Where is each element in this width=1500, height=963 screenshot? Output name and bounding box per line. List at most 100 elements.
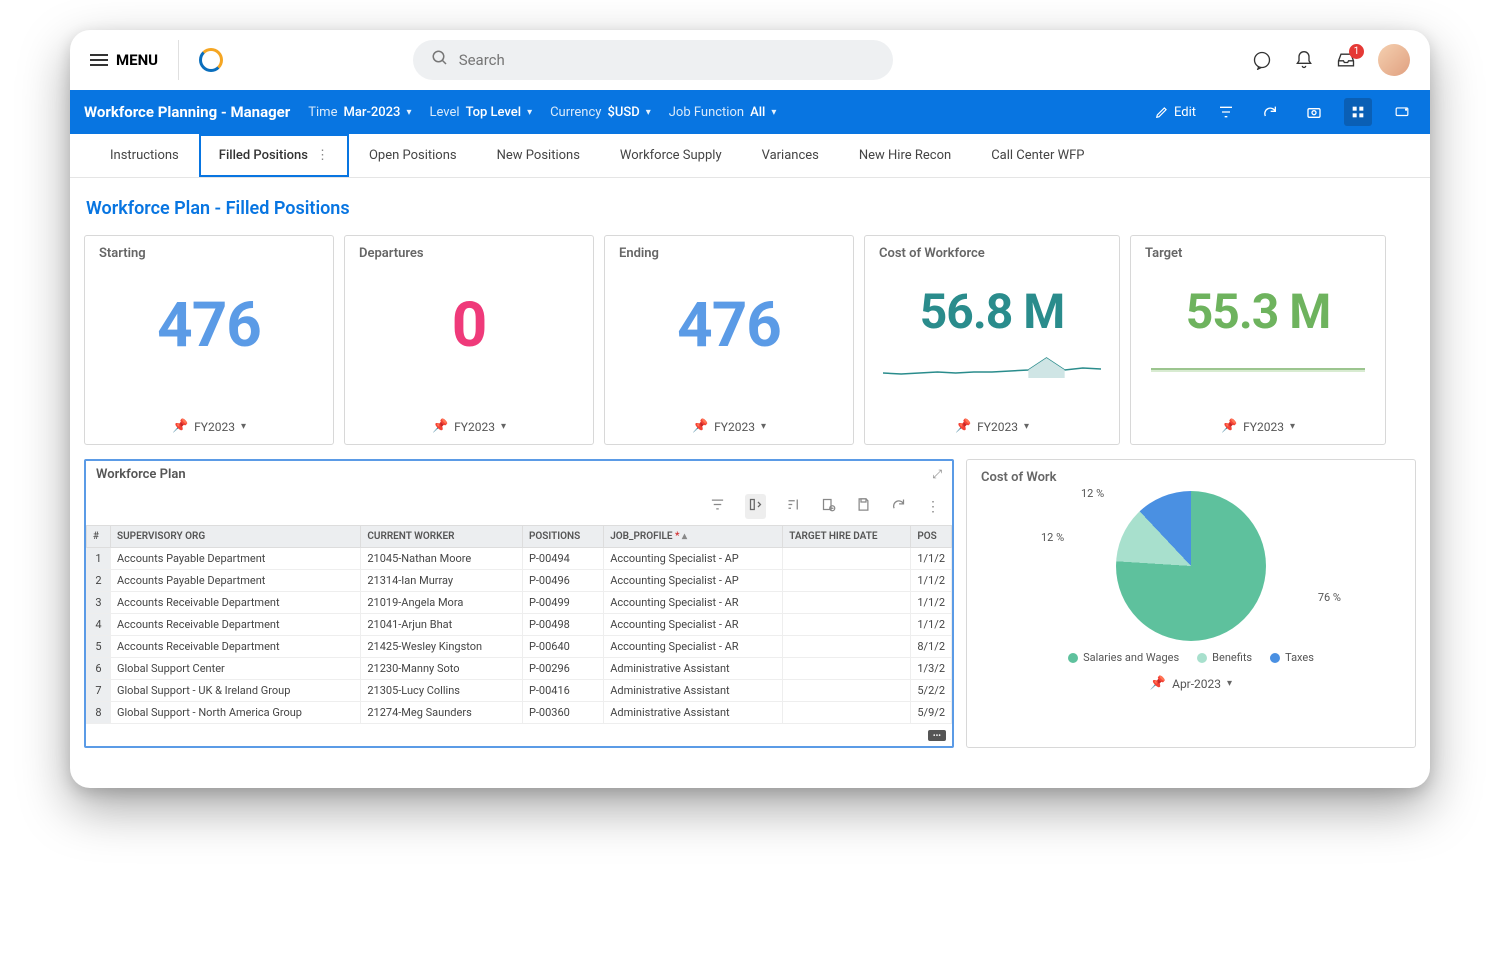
refresh-icon[interactable]: [1256, 98, 1284, 126]
kpi-label: Departures: [359, 246, 579, 261]
legend-benefits[interactable]: Benefits: [1197, 651, 1252, 664]
tab-variances[interactable]: Variances: [742, 134, 839, 177]
bell-icon[interactable]: [1294, 50, 1314, 70]
edit-button[interactable]: Edit: [1155, 105, 1196, 120]
chevron-down-icon: ▾: [1024, 421, 1029, 432]
search-input[interactable]: [459, 51, 875, 69]
table-cell: 21019-Angela Mora: [361, 592, 523, 614]
workday-logo-icon[interactable]: [199, 48, 223, 72]
remove-col-icon[interactable]: [821, 497, 836, 516]
tab-new-hire-recon[interactable]: New Hire Recon: [839, 134, 971, 177]
table-cell: 21041-Arjun Bhat: [361, 614, 523, 636]
save-icon[interactable]: [856, 497, 871, 516]
table-cell: 21305-Lucy Collins: [361, 680, 523, 702]
table-cell: Accounting Specialist - AP: [604, 548, 783, 570]
table-cell: Global Support - UK & Ireland Group: [111, 680, 361, 702]
grid-icon[interactable]: [1344, 98, 1372, 126]
col-hire[interactable]: TARGET HIRE DATE: [783, 526, 911, 548]
table-cell: 5: [87, 636, 111, 658]
table-row[interactable]: 6Global Support Center21230-Manny SotoP-…: [87, 658, 952, 680]
legend-taxes[interactable]: Taxes: [1270, 651, 1314, 664]
col-pos[interactable]: POS: [911, 526, 952, 548]
tab-open-positions[interactable]: Open Positions: [349, 134, 477, 177]
filter-level[interactable]: LevelTop Level▾: [429, 105, 532, 120]
pie-foot[interactable]: 📌Apr-2023▾: [981, 676, 1401, 691]
filter-rows-icon[interactable]: [710, 497, 725, 516]
table-row[interactable]: 4Accounts Receivable Department21041-Arj…: [87, 614, 952, 636]
search-box[interactable]: [413, 40, 893, 80]
kpi-starting: Starting 476 📌FY2023▾: [84, 235, 334, 445]
avatar[interactable]: [1378, 44, 1410, 76]
table-cell: [783, 570, 911, 592]
chevron-down-icon: ▾: [406, 107, 411, 118]
columns-icon[interactable]: [745, 494, 766, 519]
sort-icon[interactable]: [786, 497, 801, 516]
inbox-badge: 1: [1349, 44, 1364, 59]
table-cell: Accounting Specialist - AR: [604, 614, 783, 636]
filter-job[interactable]: Job FunctionAll▾: [669, 105, 777, 120]
filter-icon[interactable]: [1212, 98, 1240, 126]
table-cell: Accounting Specialist - AP: [604, 570, 783, 592]
table-row[interactable]: 7Global Support - UK & Ireland Group2130…: [87, 680, 952, 702]
tab-new-positions[interactable]: New Positions: [477, 134, 600, 177]
filter-currency[interactable]: Currency$USD▾: [550, 105, 651, 120]
chat-icon[interactable]: [1252, 50, 1272, 70]
col-profile[interactable]: JOB_PROFILE *: [604, 526, 783, 548]
filter-time[interactable]: TimeMar-2023▾: [308, 105, 411, 120]
kpi-value: 476: [619, 289, 839, 362]
kpi-value: 0: [359, 289, 579, 362]
chevron-down-icon: ▾: [1290, 421, 1295, 432]
table-row[interactable]: 2Accounts Payable Department21314-Ian Mu…: [87, 570, 952, 592]
kpi-label: Starting: [99, 246, 319, 261]
table-row[interactable]: 1Accounts Payable Department21045-Nathan…: [87, 548, 952, 570]
table-cell: Accounts Payable Department: [111, 548, 361, 570]
present-icon[interactable]: [1388, 98, 1416, 126]
tab-menu-icon[interactable]: ⋮: [316, 148, 329, 163]
table-cell: [783, 680, 911, 702]
hamburger-icon: [90, 54, 108, 66]
menu-button[interactable]: MENU: [90, 51, 158, 69]
kpi-foot[interactable]: 📌FY2023▾: [619, 419, 839, 434]
table-cell: 6: [87, 658, 111, 680]
table-row[interactable]: 8Global Support - North America Group212…: [87, 702, 952, 724]
chevron-down-icon: ▾: [527, 107, 532, 118]
col-worker[interactable]: CURRENT WORKER: [361, 526, 523, 548]
reload-icon[interactable]: [891, 497, 906, 516]
search-icon: [431, 49, 449, 71]
table-cell: Accounts Receivable Department: [111, 592, 361, 614]
table-cell: 1/3/2: [911, 658, 952, 680]
chevron-down-icon: ▾: [646, 107, 651, 118]
col-org[interactable]: SUPERVISORY ORG: [111, 526, 361, 548]
table-row[interactable]: 5Accounts Receivable Department21425-Wes…: [87, 636, 952, 658]
tab-call-center-wfp[interactable]: Call Center WFP: [971, 134, 1104, 177]
table-row[interactable]: 3Accounts Receivable Department21019-Ang…: [87, 592, 952, 614]
kpi-foot[interactable]: 📌FY2023▾: [359, 419, 579, 434]
tab-filled-positions[interactable]: Filled Positions⋮: [199, 134, 349, 177]
table-cell: 7: [87, 680, 111, 702]
inbox-icon[interactable]: 1: [1336, 50, 1356, 70]
table-cell: P-00416: [522, 680, 603, 702]
pin-icon: 📌: [1150, 676, 1166, 691]
camera-icon[interactable]: [1300, 98, 1328, 126]
chevron-down-icon: ▾: [771, 107, 776, 118]
col-positions[interactable]: POSITIONS: [522, 526, 603, 548]
tab-workforce-supply[interactable]: Workforce Supply: [600, 134, 742, 177]
table-cell: [783, 592, 911, 614]
table-cell: 3: [87, 592, 111, 614]
pie-pct-salaries: 76 %: [1318, 591, 1341, 604]
kpi-foot[interactable]: 📌FY2023▾: [879, 419, 1105, 434]
table-cell: 21274-Meg Saunders: [361, 702, 523, 724]
chevron-down-icon: ▾: [761, 421, 766, 432]
table-cell: [783, 658, 911, 680]
pin-icon: 📌: [172, 419, 188, 434]
kpi-foot[interactable]: 📌FY2023▾: [99, 419, 319, 434]
table-cell: Accounting Specialist - AR: [604, 636, 783, 658]
tab-instructions[interactable]: Instructions: [90, 134, 199, 177]
kpi-label: Cost of Workforce: [879, 246, 1105, 261]
kpi-foot[interactable]: 📌FY2023▾: [1145, 419, 1371, 434]
more-icon[interactable]: ⋮: [926, 499, 940, 515]
table-footer-tag: •••: [928, 730, 946, 741]
col-num[interactable]: #: [87, 526, 111, 548]
legend-salaries[interactable]: Salaries and Wages: [1068, 651, 1179, 664]
expand-icon[interactable]: ⤢: [932, 467, 942, 482]
